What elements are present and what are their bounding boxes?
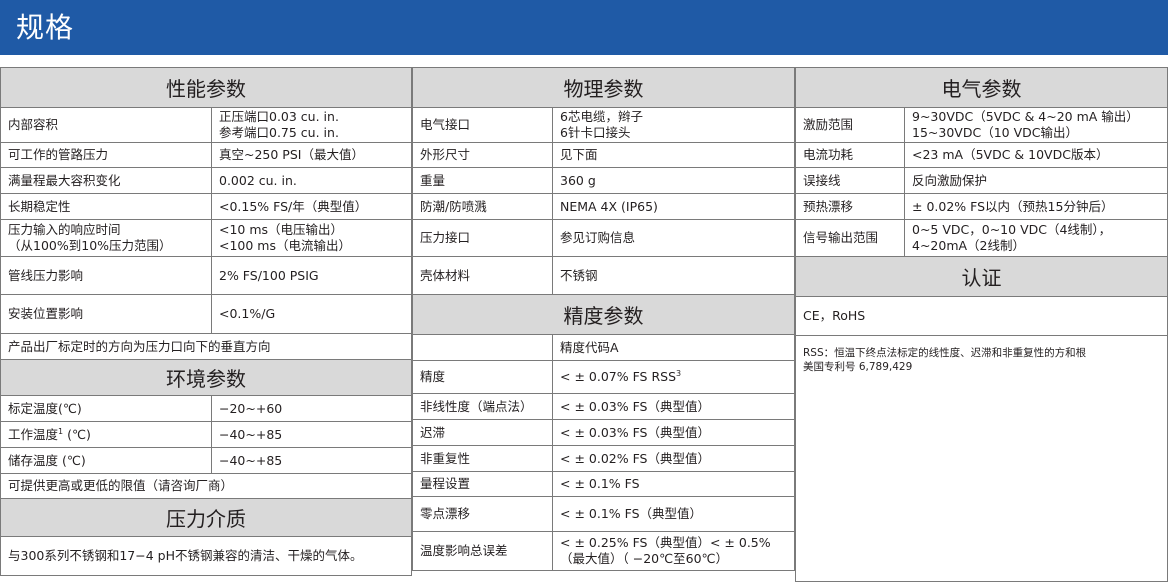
row-value: < ± 0.25% FS（典型值）< ± 0.5% （最大值）（ −20℃至60… xyxy=(552,531,795,571)
row-value: < ± 0.03% FS（典型值） xyxy=(552,419,795,446)
row-value: 9~30VDC（5VDC & 4~20 mA 输出） 15~30VDC（10 V… xyxy=(904,107,1168,143)
row-value: <0.1%/G xyxy=(211,294,412,334)
footnote-marker: 3 xyxy=(676,368,682,378)
unit-label: (℃) xyxy=(63,426,91,442)
performance-header: 性能参数 xyxy=(0,67,412,108)
row-value: 真空~250 PSI（最大值） xyxy=(211,142,412,168)
row-value: < ± 0.1% FS（典型值） xyxy=(552,496,795,532)
column-performance: 性能参数 内部容积 正压端口0.03 cu. in. 参考端口0.75 cu. i… xyxy=(0,67,412,576)
row-label: 压力接口 xyxy=(412,219,553,257)
banner-gap xyxy=(0,55,1168,67)
row-label: 重量 xyxy=(412,167,553,194)
column-physical: 物理参数 电气接口 6芯电缆，辫子 6针卡口接头 外形尺寸 见下面 重量 360 g … xyxy=(412,67,795,571)
row-label: 内部容积 xyxy=(0,107,212,143)
row-label: 温度影响总误差 xyxy=(412,531,553,571)
row-label: 电流功耗 xyxy=(795,142,905,168)
environment-note: 可提供更高或更低的限值（请咨询厂商） xyxy=(0,473,412,499)
row-value: 参见订购信息 xyxy=(552,219,795,257)
row-value: < ± 0.03% FS（典型值） xyxy=(552,393,795,420)
row-value: −40~+85 xyxy=(211,447,412,474)
row-label: 长期稳定性 xyxy=(0,193,212,220)
row-label: 满量程最大容积变化 xyxy=(0,167,212,194)
row-value: 不锈钢 xyxy=(552,256,795,295)
media-text: 与300系列不锈钢和17−4 pH不锈钢兼容的清洁、干燥的气体。 xyxy=(0,536,412,576)
row-value: < ± 0.07% FS RSS3 xyxy=(552,360,795,394)
row-label: 激励范围 xyxy=(795,107,905,143)
row-label xyxy=(412,334,553,361)
row-value: NEMA 4X (IP65) xyxy=(552,193,795,220)
row-label: 电气接口 xyxy=(412,107,553,143)
column-electrical: 电气参数 激励范围 9~30VDC（5VDC & 4~20 mA 输出） 15~3… xyxy=(795,67,1168,582)
row-label: 预热漂移 xyxy=(795,193,905,220)
certification-value: CE，RoHS xyxy=(795,296,1168,336)
row-value: 0~5 VDC，0~10 VDC（4线制）， 4~20mA（2线制） xyxy=(904,219,1168,257)
row-value: 见下面 xyxy=(552,142,795,168)
electrical-header: 电气参数 xyxy=(795,67,1168,108)
row-value: 反向激励保护 xyxy=(904,167,1168,194)
row-label: 误接线 xyxy=(795,167,905,194)
accuracy-code: 精度代码A xyxy=(552,334,795,361)
row-label: 压力输入的响应时间 （从100%到10%压力范围） xyxy=(0,219,212,257)
row-value: ± 0.02% FS以内（预热15分钟后） xyxy=(904,193,1168,220)
row-label: 安装位置影响 xyxy=(0,294,212,334)
row-label: 工作温度1 (℃) xyxy=(0,421,212,448)
mount-note: 产品出厂标定时的方向为压力口向下的垂直方向 xyxy=(0,333,412,360)
environment-header: 环境参数 xyxy=(0,359,412,396)
row-value: < ± 0.1% FS xyxy=(552,471,795,497)
media-header: 压力介质 xyxy=(0,498,412,537)
row-label: 非重复性 xyxy=(412,445,553,472)
row-value: <10 ms（电压输出） <100 ms（电流输出） xyxy=(211,219,412,257)
row-label: 精度 xyxy=(412,360,553,394)
row-value: 正压端口0.03 cu. in. 参考端口0.75 cu. in. xyxy=(211,107,412,143)
row-label: 信号输出范围 xyxy=(795,219,905,257)
row-label: 储存温度 (℃) xyxy=(0,447,212,474)
row-label: 外形尺寸 xyxy=(412,142,553,168)
row-value: < ± 0.02% FS（典型值） xyxy=(552,445,795,472)
row-label: 防潮/防喷溅 xyxy=(412,193,553,220)
physical-header: 物理参数 xyxy=(412,67,795,108)
accuracy-value: < ± 0.07% FS RSS xyxy=(560,369,677,384)
row-label: 零点漂移 xyxy=(412,496,553,532)
operating-temp-label: 工作温度 xyxy=(8,426,59,442)
row-value: 2% FS/100 PSIG xyxy=(211,256,412,295)
footnote: RSS：恒温下终点法标定的线性度、迟滞和非重复性的方和根 美国专利号 6,789… xyxy=(795,335,1168,582)
row-value: 0.002 cu. in. xyxy=(211,167,412,194)
row-label: 壳体材料 xyxy=(412,256,553,295)
accuracy-header: 精度参数 xyxy=(412,294,795,335)
row-value: 360 g xyxy=(552,167,795,194)
row-value: <23 mA（5VDC & 10VDC版本） xyxy=(904,142,1168,168)
row-label: 管线压力影响 xyxy=(0,256,212,295)
row-value: <0.15% FS/年（典型值） xyxy=(211,193,412,220)
page-title: 规格 xyxy=(16,11,75,44)
row-value: −40~+85 xyxy=(211,421,412,448)
title-banner: 规格 xyxy=(0,0,1168,55)
certification-header: 认证 xyxy=(795,256,1168,297)
row-label: 可工作的管路压力 xyxy=(0,142,212,168)
row-value: −20~+60 xyxy=(211,395,412,422)
row-label: 非线性度（端点法） xyxy=(412,393,553,420)
row-value: 6芯电缆，辫子 6针卡口接头 xyxy=(552,107,795,143)
row-label: 量程设置 xyxy=(412,471,553,497)
row-label: 迟滞 xyxy=(412,419,553,446)
row-label: 标定温度(℃) xyxy=(0,395,212,422)
